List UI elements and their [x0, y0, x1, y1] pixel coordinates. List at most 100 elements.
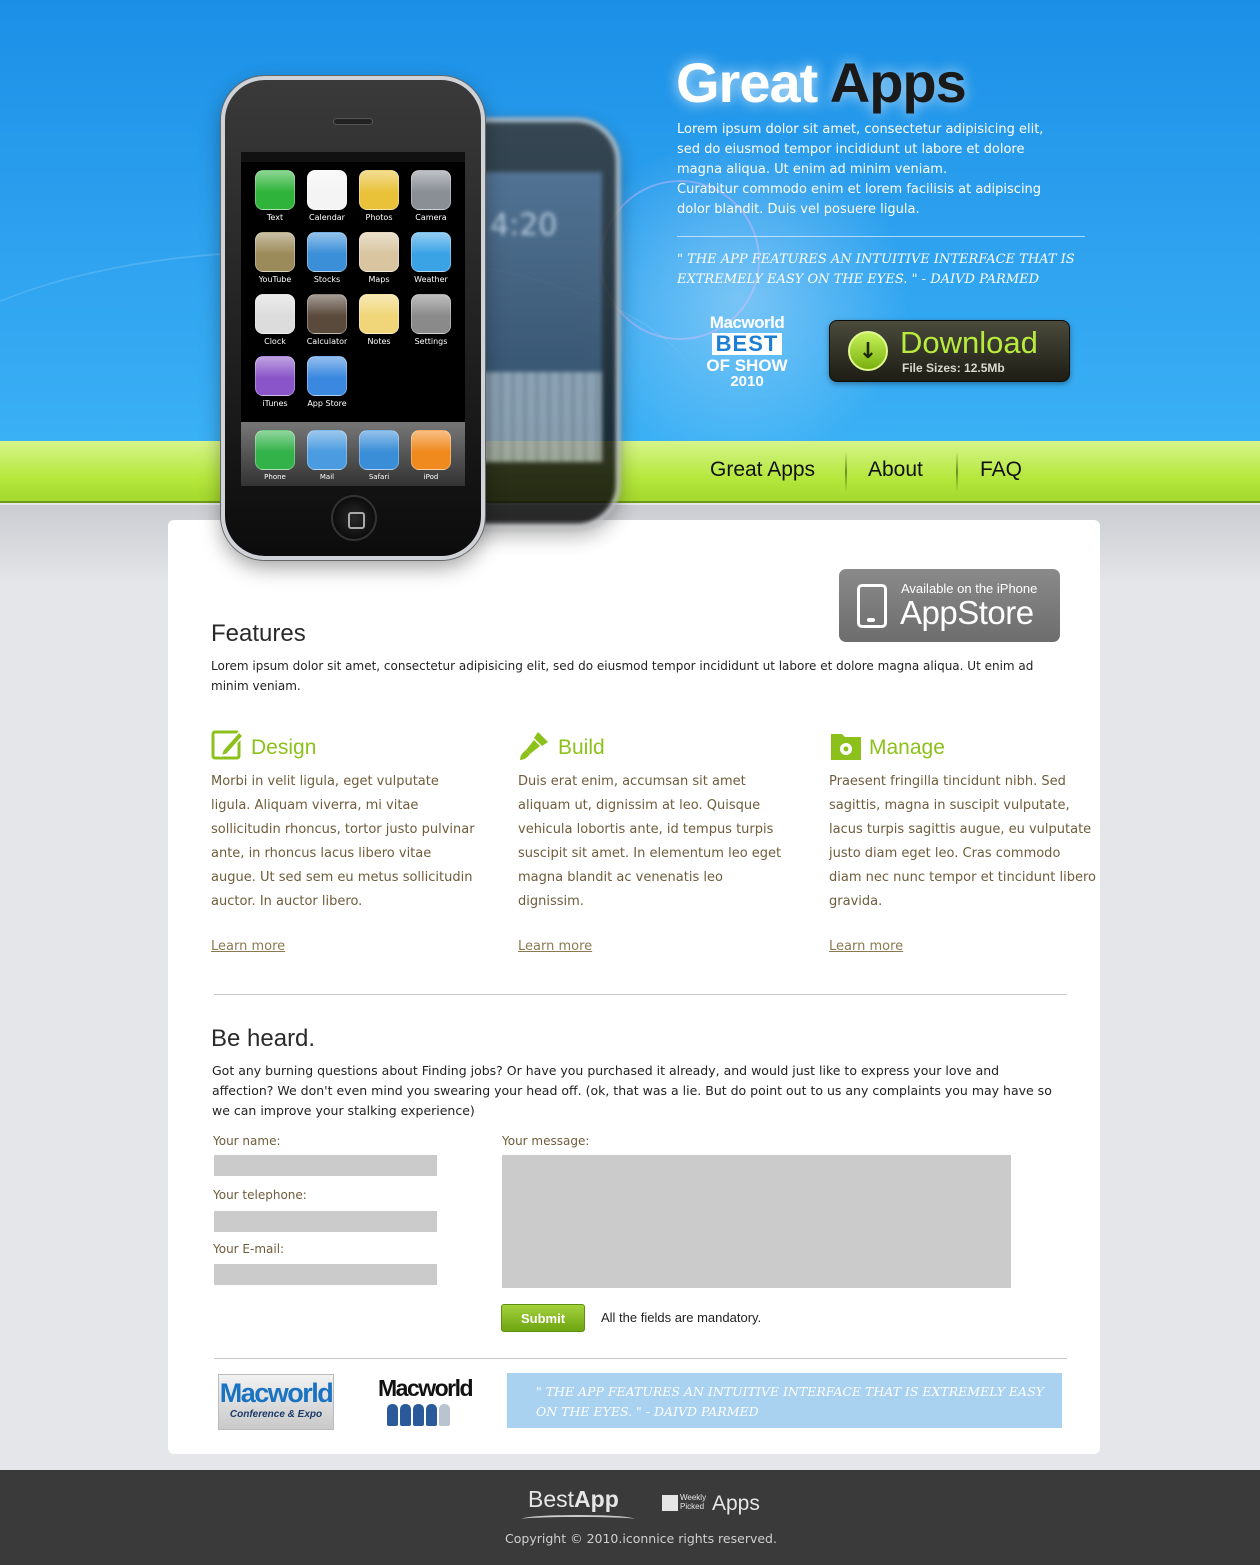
app-label: Clock [264, 337, 286, 346]
email-field[interactable] [214, 1264, 437, 1285]
macworld-rating-logo: Macworld [378, 1374, 474, 1432]
phone-app-safari: Safari [353, 430, 405, 481]
feature-body: Morbi in velit ligula, eget vulputate li… [211, 774, 475, 909]
hero-desc-line: Curabitur commodo enim et lorem facilisi… [677, 182, 1042, 197]
nav-item-about[interactable]: About [868, 458, 923, 488]
phone-app-youtube: YouTube [249, 232, 301, 284]
download-label: Download [900, 325, 1038, 360]
phone-app-camera: Camera [405, 170, 457, 222]
message-field[interactable] [502, 1155, 1011, 1288]
telephone-label: Your telephone: [213, 1188, 307, 1202]
weekly-logo-square [662, 1495, 678, 1511]
lock-screen-time: 4:20 [490, 208, 558, 243]
phone-app-calculator: Calculator [301, 294, 353, 346]
hero-quote: " The app features an intuitive interfac… [677, 252, 1075, 287]
app-icon [307, 232, 347, 272]
home-screen-apps: Text Calendar Photos Camera YouTube Stocks Map… [249, 170, 461, 408]
features-intro: Lorem ipsum dolor sit amet, consectetur … [211, 659, 1034, 693]
app-icon [307, 294, 347, 334]
app-label: Calendar [309, 213, 345, 222]
app-label: Mail [319, 473, 335, 481]
logo-title: Macworld [378, 1375, 474, 1401]
iphone-icon [857, 584, 887, 628]
logo-title: Macworld [219, 1378, 334, 1408]
appstore-badge[interactable]: Available on the iPhone AppStore [839, 569, 1060, 642]
phone-app-calendar: Calendar [301, 170, 353, 222]
app-label: Notes [367, 337, 391, 346]
macworld-conference-logo: Macworld Conference & Expo [218, 1374, 334, 1430]
bestapp-bold: App [574, 1486, 619, 1512]
badge-line: 2010 [730, 373, 764, 390]
section-divider [214, 994, 1067, 995]
phone-app-app-store: App Store [301, 356, 353, 408]
mandatory-note: All the fields are mandatory. [601, 1310, 762, 1325]
badge-line: Macworld [709, 313, 785, 332]
submit-button[interactable]: Submit [501, 1304, 585, 1332]
telephone-field[interactable] [214, 1211, 437, 1232]
app-label: Weather [414, 275, 448, 284]
phone-app-maps: Maps [353, 232, 405, 284]
phone-app-stocks: Stocks [301, 232, 353, 284]
nav-item-great-apps[interactable]: Great Apps [710, 458, 815, 488]
app-label: Settings [414, 337, 448, 346]
app-icon [307, 170, 347, 210]
app-icon [255, 232, 295, 272]
email-label: Your E-mail: [213, 1242, 285, 1256]
app-icon [411, 430, 451, 470]
hero-desc-line: sed do eiusmod tempor incididunt ut labo… [677, 142, 1025, 157]
app-label: Calculator [306, 337, 348, 346]
nav-separator [845, 452, 847, 492]
hero-title-apps: Apps [829, 51, 967, 114]
home-button [331, 495, 377, 541]
nav-item-faq[interactable]: FAQ [980, 458, 1022, 488]
rating-figures [378, 1404, 458, 1426]
phone-app-settings: Settings [405, 294, 457, 346]
phone-app-notes: Notes [353, 294, 405, 346]
app-label: Photos [365, 213, 393, 222]
app-label: Camera [415, 213, 447, 222]
app-icon [359, 430, 399, 470]
app-label: iPod [423, 473, 439, 481]
folder-gear-icon [831, 734, 861, 760]
be-heard-intro: Got any burning questions about Finding … [212, 1063, 1052, 1118]
hero-desc-line: Lorem ipsum dolor sit amet, consectetur … [677, 122, 1044, 137]
hero-banner [0, 0, 1260, 441]
app-icon [411, 294, 451, 334]
download-button[interactable]: ↓ Download File Sizes: 12.5Mb [829, 320, 1070, 382]
paintbrush-icon [520, 732, 548, 760]
hero-desc-line: magna aliqua. Ut enim ad minim veniam. [677, 162, 948, 177]
phone-app-mail: Mail [301, 430, 353, 481]
hero-divider [677, 236, 1085, 237]
feature-title: Build [558, 736, 605, 759]
app-icon [255, 430, 295, 470]
app-icon [411, 232, 451, 272]
learn-more-link[interactable]: Learn more [211, 939, 285, 954]
phone-app-phone: Phone [249, 430, 301, 481]
hero-description: Lorem ipsum dolor sit amet, consectetur … [677, 120, 1097, 220]
copyright-text: Copyright © 2010.iconnice rights reserve… [505, 1531, 777, 1546]
phone-app-text: Text [249, 170, 301, 222]
app-label: YouTube [258, 275, 292, 284]
app-icon [359, 294, 399, 334]
name-label: Your name: [213, 1134, 281, 1148]
phone-dock: Phone Mail Safari iPod [241, 422, 465, 486]
feature-body: Duis erat enim, accumsan sit amet aliqua… [518, 774, 782, 909]
name-field[interactable] [214, 1155, 437, 1176]
app-icon [307, 356, 347, 396]
app-label: Phone [264, 473, 286, 481]
feature-body: Praesent fringilla tincidunt nibh. Sed s… [829, 774, 1096, 909]
app-label: Text [266, 213, 284, 222]
section-divider [214, 1358, 1067, 1359]
macworld-best-of-show-badge: Macworld BEST OF SHOW 2010 [694, 314, 800, 389]
logo-subtitle: Conference & Expo [229, 1409, 323, 1420]
hero-title: Great Apps [676, 50, 967, 115]
nav-bar [0, 441, 1260, 503]
phone-app-weather: Weather [405, 232, 457, 284]
weekly-big-text: Apps [712, 1492, 760, 1515]
appstore-big-text: AppStore [900, 594, 1034, 631]
learn-more-link[interactable]: Learn more [518, 939, 592, 954]
app-icon [411, 170, 451, 210]
learn-more-link[interactable]: Learn more [829, 939, 903, 954]
message-label: Your message: [502, 1134, 590, 1148]
app-icon [359, 232, 399, 272]
